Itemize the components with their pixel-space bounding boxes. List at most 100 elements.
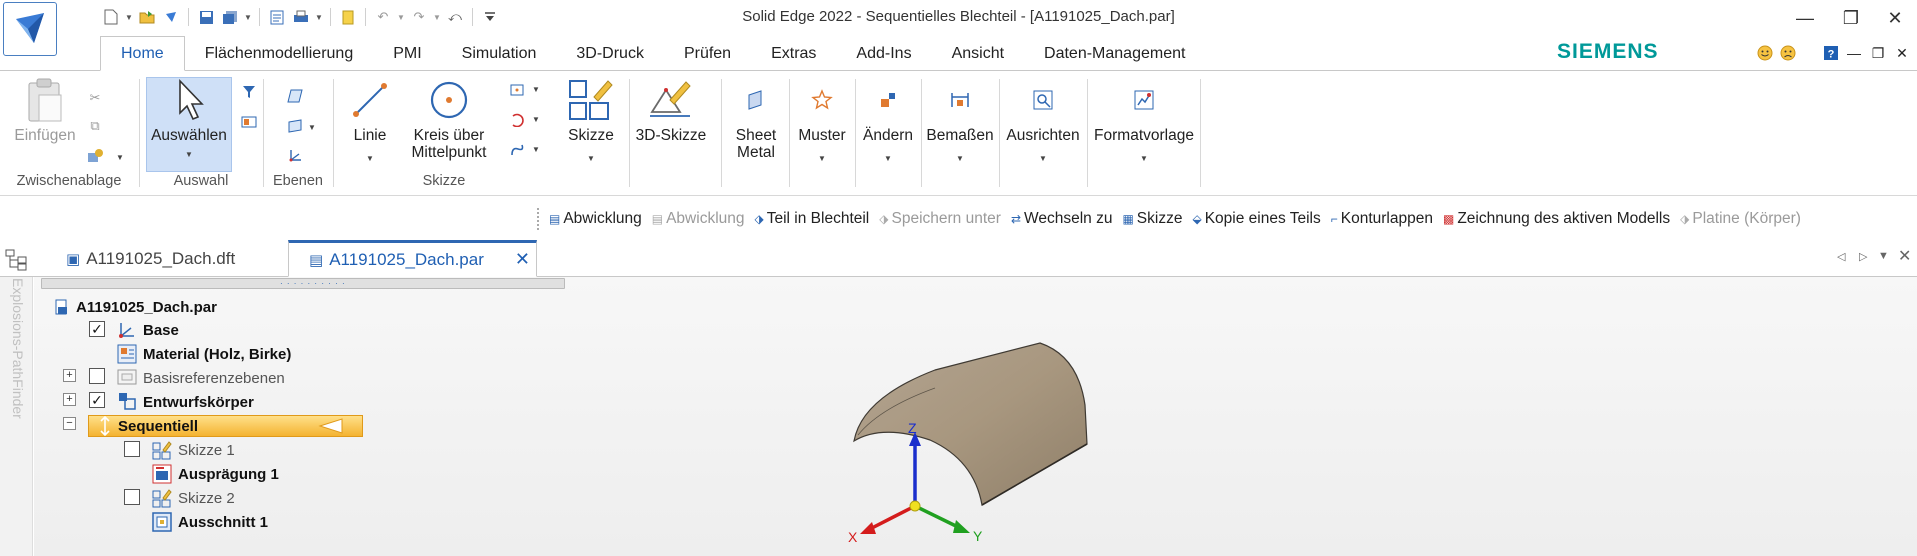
- contour-flange-command[interactable]: ⌐ Konturlappen: [1331, 210, 1433, 228]
- customize-toolbar-icon[interactable]: [479, 6, 501, 28]
- save-dropdown-icon[interactable]: ▼: [243, 6, 253, 28]
- tree-node-sketch-1[interactable]: Skizze 1: [178, 439, 235, 461]
- select-manager-icon[interactable]: [238, 111, 260, 133]
- 3d-sketch-button[interactable]: 3D-Skizze: [632, 77, 710, 144]
- style-dropdown-icon[interactable]: ▼: [1140, 150, 1148, 167]
- arc-icon[interactable]: [506, 109, 528, 131]
- line-button[interactable]: Linie ▼: [342, 77, 398, 167]
- logo-icon[interactable]: [160, 6, 182, 28]
- style-button[interactable]: Formatvorlage ▼: [1090, 77, 1198, 167]
- tree-root[interactable]: A1191025_Dach.par: [54, 296, 217, 318]
- roof-shell-part[interactable]: [853, 342, 1088, 506]
- close-window-button[interactable]: ✕: [1877, 4, 1913, 32]
- pathfinder-toggle-icon[interactable]: [3, 248, 31, 272]
- print-icon[interactable]: [290, 6, 312, 28]
- align-button[interactable]: Ausrichten ▼: [1002, 77, 1084, 167]
- coordinate-system-icon[interactable]: [284, 145, 306, 167]
- redo-dropdown-icon[interactable]: ▼: [432, 6, 442, 28]
- 3d-model-viewport[interactable]: Z X Y: [840, 340, 1100, 550]
- tab-data-management[interactable]: Daten-Management: [1024, 36, 1205, 71]
- redo-icon[interactable]: ↷: [408, 6, 430, 28]
- application-menu-button[interactable]: [3, 2, 57, 56]
- tab-simulation[interactable]: Simulation: [442, 36, 557, 71]
- arc-dropdown-icon[interactable]: ▼: [532, 115, 540, 124]
- new-document-icon[interactable]: [100, 6, 122, 28]
- close-active-tab-icon[interactable]: ✕: [1898, 246, 1911, 266]
- new-dropdown-icon[interactable]: ▼: [124, 6, 134, 28]
- blank-body-command[interactable]: ⬗ Platine (Körper): [1680, 210, 1801, 228]
- tab-home[interactable]: Home: [100, 36, 185, 71]
- angled-plane-icon[interactable]: [284, 115, 306, 137]
- open-document-icon[interactable]: [136, 6, 158, 28]
- select-filter-icon[interactable]: [238, 81, 260, 103]
- drawing-of-active-model-command[interactable]: ▩ Zeichnung des aktiven Modells: [1443, 210, 1670, 228]
- document-minimize-button[interactable]: —: [1843, 42, 1865, 64]
- tree-node-base[interactable]: Base: [143, 319, 179, 341]
- document-tab-par[interactable]: ▤ A1191025_Dach.par ✕: [288, 240, 537, 277]
- switch-to-command[interactable]: ⇄ Wechseln zu: [1011, 210, 1113, 228]
- modify-button[interactable]: Ändern ▼: [858, 77, 918, 167]
- sheet-metal-button[interactable]: Sheet Metal: [726, 77, 786, 161]
- curve-icon[interactable]: [506, 139, 528, 161]
- undo-dropdown-icon[interactable]: ▼: [396, 6, 406, 28]
- save-icon[interactable]: [195, 6, 217, 28]
- modify-dropdown-icon[interactable]: ▼: [884, 150, 892, 167]
- pattern-button[interactable]: Muster ▼: [792, 77, 852, 167]
- design-bodies-visibility-checkbox[interactable]: ✓: [89, 392, 105, 408]
- tree-node-sequential[interactable]: Sequentiell: [118, 415, 198, 437]
- minimize-window-button[interactable]: —: [1787, 4, 1823, 32]
- tab-add-ins[interactable]: Add-Ins: [836, 36, 931, 71]
- repeat-command-icon[interactable]: ⤺: [444, 6, 466, 28]
- save-as-command[interactable]: ⬗ Speichern unter: [879, 210, 1001, 228]
- flatten-disabled-command[interactable]: ▤ Abwicklung: [652, 210, 745, 228]
- tree-node-material[interactable]: Material (Holz, Birke): [143, 343, 291, 365]
- dimension-dropdown-icon[interactable]: ▼: [956, 150, 964, 167]
- copy-icon[interactable]: ⧉: [84, 115, 106, 137]
- select-dropdown-icon[interactable]: ▼: [185, 146, 193, 163]
- tab-tools[interactable]: Extras: [751, 36, 836, 71]
- tree-node-reference-planes[interactable]: Basisreferenzebenen: [143, 367, 285, 389]
- save-all-icon[interactable]: [219, 6, 241, 28]
- collapse-sequential-toggle[interactable]: −: [63, 417, 76, 430]
- select-button[interactable]: Auswählen ▼: [146, 77, 232, 163]
- part-copy-command[interactable]: ⬙ Kopie eines Teils: [1192, 210, 1320, 228]
- tab-surfacing[interactable]: Flächenmodellierung: [185, 36, 374, 71]
- format-painter-dropdown-icon[interactable]: ▼: [116, 153, 124, 162]
- explosion-pathfinder-tab[interactable]: Explosions-PathFinder: [8, 278, 26, 458]
- tree-node-cutout-1[interactable]: Ausschnitt 1: [178, 511, 268, 533]
- tab-inspect[interactable]: Prüfen: [664, 36, 751, 71]
- paste-button[interactable]: Einfügen: [10, 77, 80, 144]
- smiley-sad-icon[interactable]: [1777, 42, 1799, 64]
- expand-design-bodies-toggle[interactable]: +: [63, 393, 76, 406]
- rectangle-dropdown-icon[interactable]: ▼: [532, 85, 540, 94]
- tab-view[interactable]: Ansicht: [932, 36, 1024, 71]
- plane-dropdown-icon[interactable]: ▼: [308, 123, 316, 132]
- sketch-2-visibility-checkbox[interactable]: [124, 489, 140, 505]
- dimension-button[interactable]: Bemaßen ▼: [924, 77, 996, 167]
- tree-node-extrude-1[interactable]: Ausprägung 1: [178, 463, 279, 485]
- cut-icon[interactable]: ✂: [84, 87, 106, 109]
- base-visibility-checkbox[interactable]: ✓: [89, 321, 105, 337]
- command-bar-grip[interactable]: [537, 208, 543, 230]
- tree-node-design-bodies[interactable]: Entwurfskörper: [143, 391, 254, 413]
- part-to-sheet-metal-command[interactable]: ⬗ Teil in Blechteil: [755, 210, 870, 228]
- help-icon[interactable]: ?: [1820, 42, 1842, 64]
- rollback-flag-icon[interactable]: [318, 418, 348, 434]
- sketch-command[interactable]: ▦ Skizze: [1122, 210, 1182, 228]
- pattern-dropdown-icon[interactable]: ▼: [818, 150, 826, 167]
- notes-icon[interactable]: [337, 6, 359, 28]
- circle-by-center-button[interactable]: Kreis über Mittelpunkt: [404, 77, 494, 161]
- sketch-1-visibility-checkbox[interactable]: [124, 441, 140, 457]
- tab-pmi[interactable]: PMI: [373, 36, 441, 71]
- reference-planes-visibility-checkbox[interactable]: [89, 368, 105, 384]
- tree-node-sketch-2[interactable]: Skizze 2: [178, 487, 235, 509]
- close-document-icon[interactable]: ✕: [515, 249, 530, 270]
- tab-3d-print[interactable]: 3D-Druck: [556, 36, 664, 71]
- sketch-button[interactable]: Skizze ▼: [556, 77, 626, 167]
- smiley-happy-icon[interactable]: [1754, 42, 1776, 64]
- tab-scroll-left-icon[interactable]: ◁: [1837, 250, 1845, 263]
- tab-list-dropdown-icon[interactable]: ▼: [1878, 250, 1889, 262]
- tab-scroll-right-icon[interactable]: ▷: [1859, 250, 1867, 263]
- restore-window-button[interactable]: ❐: [1833, 4, 1869, 32]
- curve-dropdown-icon[interactable]: ▼: [532, 145, 540, 154]
